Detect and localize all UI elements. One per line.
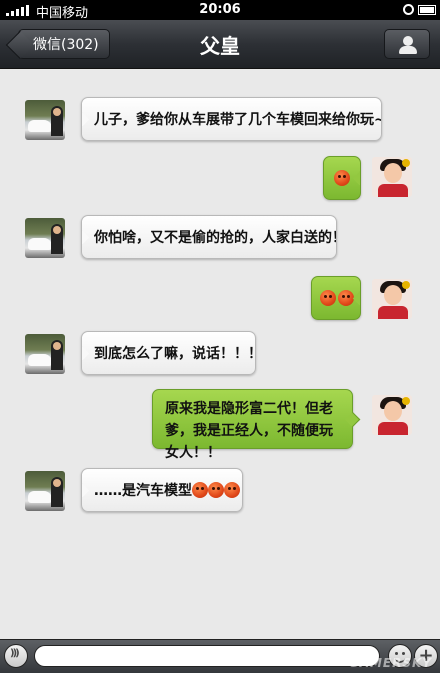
grin-emoji-icon — [320, 290, 336, 306]
received-message-bubble[interactable]: 你怕啥，又不是偷的抢的，人家白送的！ — [81, 215, 337, 259]
message-text: ……是汽车模型 — [94, 483, 192, 499]
received-message-bubble[interactable]: ……是汽车模型 — [81, 468, 243, 512]
message-input[interactable] — [34, 645, 380, 667]
sent-message-bubble[interactable]: 原来我是隐形富二代！但老爹，我是正经人，不随便玩女人！！ — [152, 389, 353, 461]
navigation-bar: 微信(302) 父皇 — [0, 20, 440, 69]
grin-emoji-icon — [192, 482, 208, 498]
message-list[interactable]: 儿子，爹给你从车展带了几个车模回来给你玩~ 你怕啥，又不是偷的抢的，人家白送的！… — [0, 69, 440, 639]
message-text: 到底怎么了嘛，说话！！！ — [94, 346, 256, 362]
user-avatar[interactable] — [372, 279, 412, 319]
person-icon — [403, 36, 413, 46]
rotation-lock-icon — [403, 4, 414, 15]
clock: 20:06 — [199, 2, 241, 17]
input-toolbar: + GAMERSKY — [0, 639, 440, 673]
message-text: 儿子，爹给你从车展带了几个车模回来给你玩~ — [94, 112, 382, 128]
grin-emoji-icon — [208, 482, 224, 498]
voice-input-button[interactable] — [4, 644, 28, 668]
contact-avatar[interactable] — [25, 471, 65, 511]
contact-avatar[interactable] — [25, 334, 65, 374]
grin-emoji-icon — [338, 290, 354, 306]
received-message-bubble[interactable]: 儿子，爹给你从车展带了几个车模回来给你玩~ — [81, 97, 382, 141]
battery-icon — [418, 5, 436, 15]
received-message-bubble[interactable]: 到底怎么了嘛，说话！！！ — [81, 331, 256, 375]
contact-avatar[interactable] — [25, 218, 65, 258]
status-bar: 中国移动 20:06 — [0, 0, 440, 21]
sent-message-bubble[interactable] — [311, 276, 361, 320]
user-avatar[interactable] — [372, 157, 412, 197]
contact-avatar[interactable] — [25, 100, 65, 140]
message-text: 你怕啥，又不是偷的抢的，人家白送的！ — [94, 230, 337, 246]
contact-profile-button[interactable] — [384, 29, 430, 59]
chat-title: 父皇 — [200, 34, 240, 58]
grin-emoji-icon — [224, 482, 240, 498]
grin-emoji-icon — [334, 170, 350, 186]
user-avatar[interactable] — [372, 395, 412, 435]
sent-message-bubble[interactable] — [323, 156, 361, 200]
watermark: GAMERSKY — [348, 656, 432, 670]
message-text: 原来我是隐形富二代！但老爹，我是正经人，不随便玩女人！！ — [165, 401, 333, 461]
